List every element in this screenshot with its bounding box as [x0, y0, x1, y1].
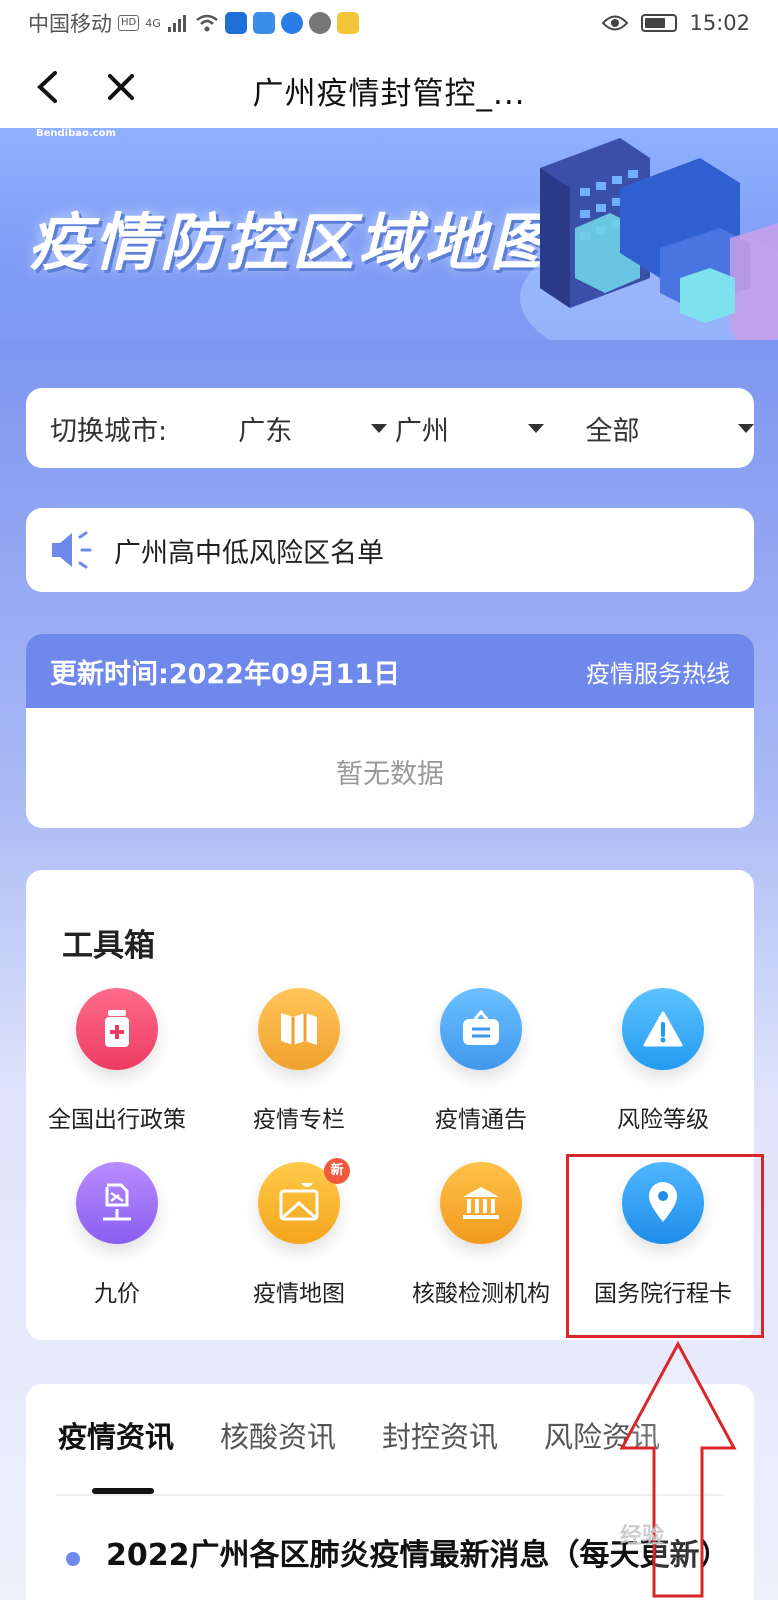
banner-site-label: Bendibao.com — [36, 128, 116, 139]
update-time-label: 更新时间: — [50, 658, 169, 690]
news-tabs: 疫情资讯 核酸资讯 封控资讯 风险资讯 — [58, 1414, 660, 1456]
wifi-icon — [195, 14, 218, 32]
tool-risk-level[interactable]: 风险等级 — [572, 988, 754, 1158]
app-shield-icon — [224, 12, 247, 34]
app-browser-icon — [308, 12, 331, 34]
network-label: 4G — [145, 16, 161, 30]
tab-nucleic-news[interactable]: 核酸资讯 — [220, 1414, 336, 1456]
speaker-icon — [52, 531, 92, 569]
tool-epidemic-column[interactable]: 疫情专栏 — [208, 988, 390, 1158]
tool-test-institutions[interactable]: 核酸检测机构 — [390, 1162, 572, 1332]
update-header: 更新时间: 2022年09月11日 疫情服务热线 — [26, 634, 754, 708]
city-buildings-illustration — [520, 138, 778, 358]
news-bullet — [66, 1552, 80, 1566]
province-select[interactable]: 广东 — [238, 409, 387, 448]
tool-travel-policy[interactable]: 全国出行政策 — [26, 988, 208, 1158]
tab-lockdown-news[interactable]: 封控资讯 — [382, 1414, 498, 1456]
map-book-icon — [258, 988, 340, 1070]
status-bar: 中国移动 HD 4G 15:02 — [0, 0, 778, 46]
city-selector-card: 切换城市: 广东 广州 全部 — [26, 388, 754, 468]
city-select[interactable]: 广州 — [395, 409, 544, 448]
hd-badge: HD — [118, 15, 140, 31]
watermark: 经验 — [620, 1524, 665, 1549]
battery-icon — [641, 14, 678, 32]
risk-list-notice[interactable]: 广州高中低风险区名单 — [26, 508, 754, 592]
nav-bar: 广州疫情封管控_... — [0, 46, 778, 128]
tool-notices[interactable]: 疫情通告 — [390, 988, 572, 1158]
province-value: 广东 — [238, 415, 293, 447]
chevron-down-icon — [527, 423, 544, 433]
tool-label: 疫情通告 — [435, 1107, 527, 1133]
tool-epidemic-map[interactable]: 新 疫情地图 — [208, 1158, 390, 1332]
arrow-up-annotation-icon — [619, 1340, 737, 1598]
notice-board-icon — [440, 988, 522, 1070]
empty-state-text: 暂无数据 — [336, 759, 444, 790]
new-badge: 新 — [324, 1158, 350, 1184]
tool-label: 疫情地图 — [253, 1281, 345, 1307]
tool-label: 疫情专栏 — [253, 1107, 345, 1133]
app-folder-icon — [336, 12, 359, 34]
tool-label: 九价 — [94, 1281, 140, 1307]
update-date: 2022年09月11日 — [168, 658, 401, 690]
highlight-annotation-box — [566, 1154, 764, 1338]
banner-title: 疫情防控区域地图 — [28, 206, 557, 279]
app-bulb-icon — [280, 12, 303, 34]
tab-epidemic-news[interactable]: 疫情资讯 — [58, 1414, 174, 1456]
district-select[interactable]: 全部 — [586, 409, 754, 448]
eye-icon — [602, 15, 629, 31]
app-weather-icon — [252, 12, 275, 34]
notice-text: 广州高中低风险区名单 — [114, 537, 384, 569]
warning-icon — [622, 988, 704, 1070]
signal-icon — [167, 15, 186, 32]
clock: 15:02 — [689, 11, 750, 35]
tool-label: 全国出行政策 — [48, 1107, 186, 1133]
tool-nine-valent[interactable]: 九价 — [26, 1162, 208, 1332]
city-selector-label: 切换城市: — [50, 415, 168, 447]
chevron-down-icon — [370, 423, 387, 433]
carrier-label: 中国移动 — [28, 12, 112, 36]
district-value: 全部 — [585, 415, 640, 447]
toolbox-title: 工具箱 — [62, 928, 155, 964]
tool-label: 核酸检测机构 — [412, 1281, 550, 1307]
update-card: 更新时间: 2022年09月11日 疫情服务热线 暂无数据 — [26, 634, 754, 828]
chevron-down-icon — [738, 423, 754, 433]
medicine-bottle-icon — [76, 988, 158, 1070]
city-value: 广州 — [394, 415, 449, 447]
vaccine-icon — [76, 1162, 158, 1244]
institution-icon — [440, 1162, 522, 1244]
tool-label: 风险等级 — [617, 1107, 709, 1133]
hotline-link[interactable]: 疫情服务热线 — [586, 654, 730, 689]
page-title: 广州疫情封管控_... — [252, 76, 526, 112]
